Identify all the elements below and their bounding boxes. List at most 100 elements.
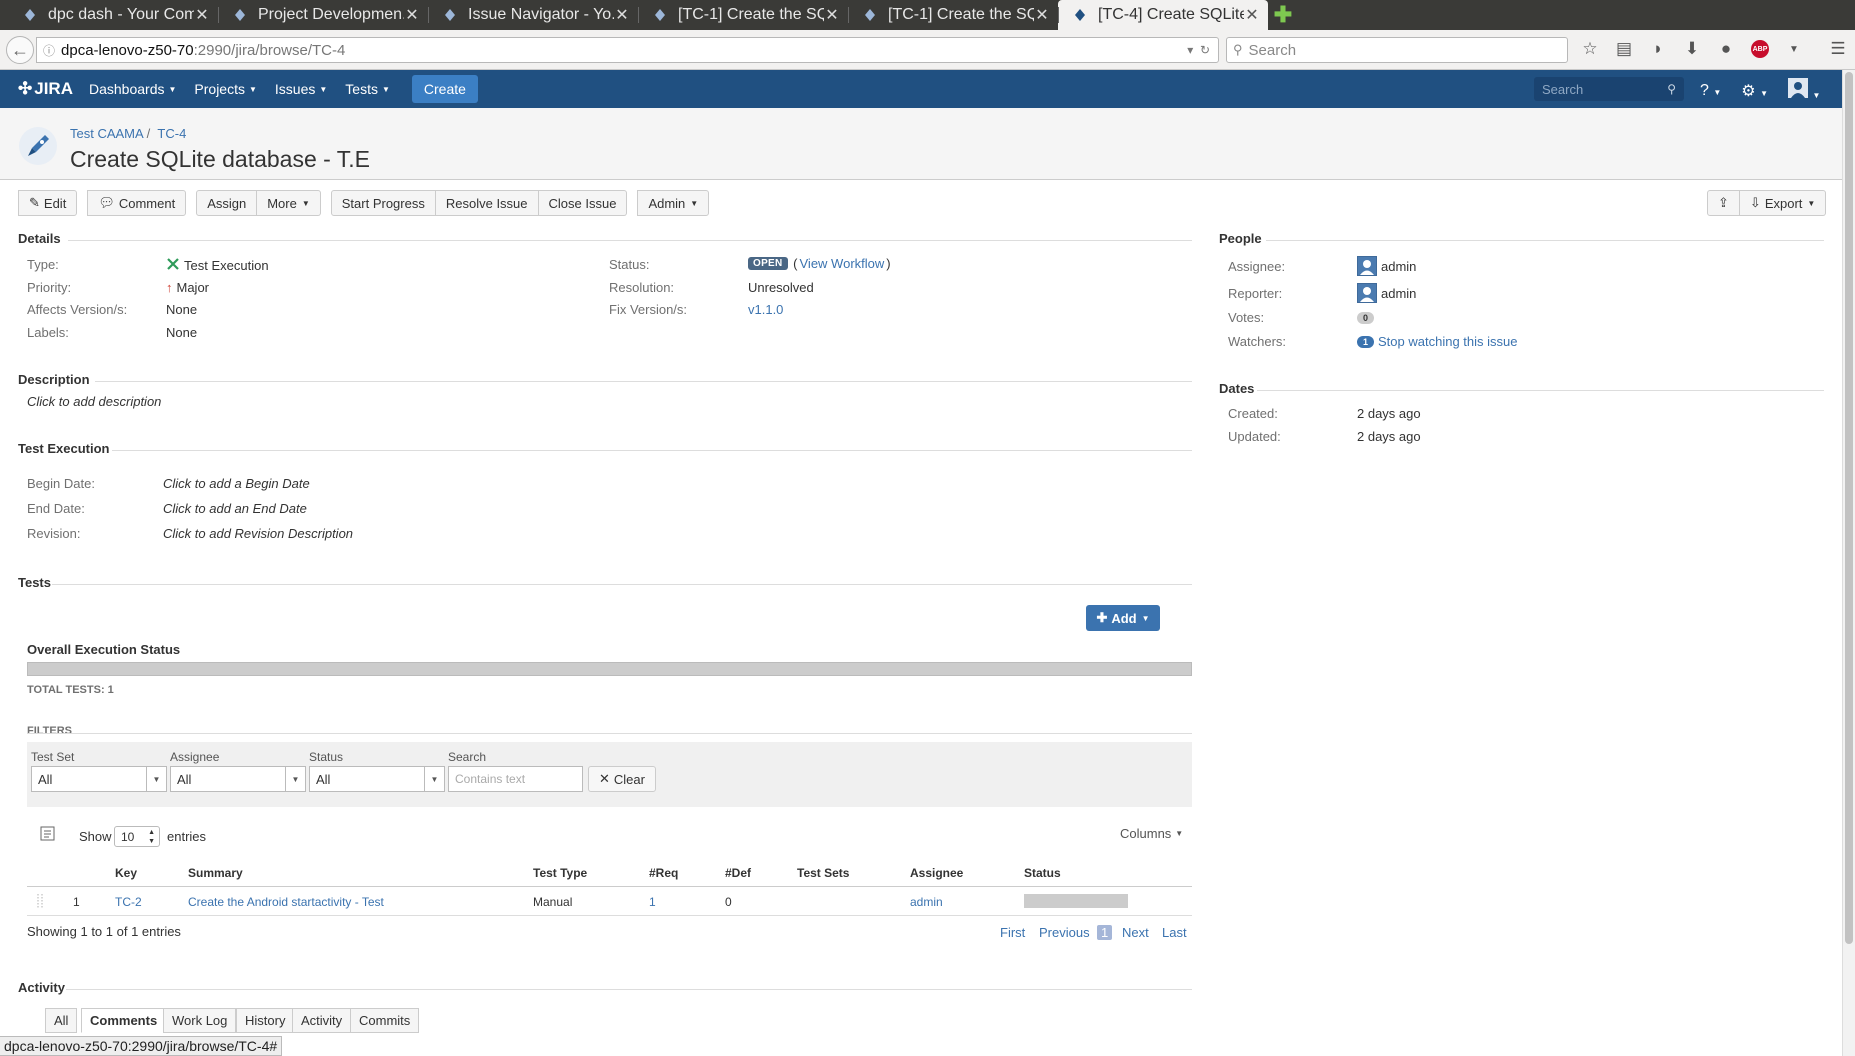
site-info-icon[interactable]: ⓘ: [43, 42, 55, 59]
resolve-issue-button[interactable]: Resolve Issue: [435, 190, 539, 216]
columns-dropdown[interactable]: Columns ▼: [1120, 826, 1183, 841]
breadcrumb-project-link[interactable]: Test CAAMA: [70, 126, 143, 141]
close-issue-button[interactable]: Close Issue: [538, 190, 628, 216]
labels-value[interactable]: None: [166, 325, 197, 340]
status-filter-select[interactable]: All ▼: [309, 766, 445, 792]
chevron-down-icon: ▼: [381, 84, 390, 94]
column-header-req[interactable]: #Req: [649, 866, 678, 880]
export-button[interactable]: ⇩ Export ▼: [1739, 190, 1827, 216]
tab-activity[interactable]: Activity: [292, 1008, 352, 1033]
requirements-count-link[interactable]: 1: [649, 895, 656, 909]
assign-button[interactable]: Assign: [196, 190, 258, 216]
watchers-count-badge[interactable]: 1: [1357, 335, 1375, 348]
page-scrollbar[interactable]: [1842, 70, 1855, 1056]
browser-tab-1[interactable]: dpc dash - Your Com... ✕: [8, 0, 218, 30]
close-tab-icon[interactable]: ✕: [1034, 5, 1050, 25]
votes-value[interactable]: 0: [1357, 312, 1375, 324]
nav-dashboards[interactable]: Dashboards ▼: [89, 81, 176, 97]
new-tab-icon[interactable]: ✚: [1268, 0, 1298, 30]
close-tab-icon[interactable]: ✕: [1244, 5, 1260, 25]
test-summary-link[interactable]: Create the Android startactivity - Test: [188, 895, 384, 909]
tab-all[interactable]: All: [45, 1008, 78, 1033]
pagination-previous[interactable]: Previous: [1039, 925, 1090, 940]
nav-projects[interactable]: Projects ▼: [194, 81, 257, 97]
close-tab-icon[interactable]: ✕: [614, 5, 630, 25]
edit-button[interactable]: ✎ Edit: [18, 190, 78, 216]
assignee-filter-select[interactable]: All ▼: [170, 766, 306, 792]
reload-icon[interactable]: ▾ ↻: [1187, 43, 1210, 57]
browser-tab-6-active[interactable]: [TC-4] Create SQLite... ✕: [1058, 0, 1268, 30]
nav-issues[interactable]: Issues ▼: [275, 81, 327, 97]
column-header-test-type[interactable]: Test Type: [533, 866, 587, 880]
tab-comments[interactable]: Comments: [81, 1008, 167, 1033]
url-bar[interactable]: ⓘ dpca-lenovo-z50-70:2990/jira/browse/TC…: [36, 37, 1219, 63]
fix-version-link[interactable]: v1.1.0: [748, 302, 783, 317]
begin-date-field[interactable]: Click to add a Begin Date: [163, 476, 310, 491]
tab-work-log[interactable]: Work Log: [163, 1008, 237, 1033]
bookmark-star-icon[interactable]: ☆: [1580, 38, 1600, 60]
start-progress-button[interactable]: Start Progress: [330, 190, 436, 216]
browser-tab-2[interactable]: Project Developmen... ✕: [218, 0, 428, 30]
share-button[interactable]: ⇪: [1707, 190, 1740, 216]
tab-commits[interactable]: Commits: [350, 1008, 420, 1033]
breadcrumb-issue-key-link[interactable]: TC-4: [157, 126, 186, 141]
close-tab-icon[interactable]: ✕: [824, 5, 840, 25]
search-filter-input[interactable]: Contains text: [448, 766, 583, 792]
column-header-assignee[interactable]: Assignee: [910, 866, 963, 880]
pagination-current-page[interactable]: 1: [1097, 925, 1113, 940]
adblock-icon[interactable]: ABP: [1750, 38, 1770, 60]
add-tests-button[interactable]: ✚ Add ▼: [1086, 605, 1160, 631]
reading-list-icon[interactable]: ▤: [1614, 38, 1634, 60]
pagination-first[interactable]: First: [1000, 925, 1025, 940]
more-button[interactable]: More ▼: [257, 190, 321, 216]
close-tab-icon[interactable]: ✕: [404, 5, 420, 25]
revision-field[interactable]: Click to add Revision Description: [163, 526, 353, 541]
clear-filters-button[interactable]: ✕ Clear: [588, 766, 656, 792]
close-tab-icon[interactable]: ✕: [194, 5, 210, 25]
create-button[interactable]: Create: [411, 75, 478, 103]
download-icon[interactable]: ⬇: [1682, 38, 1702, 60]
back-arrow-icon[interactable]: ←: [6, 36, 34, 64]
view-workflow-link[interactable]: View Workflow: [800, 256, 885, 271]
tab-history[interactable]: History: [236, 1008, 295, 1033]
browser-tab-5[interactable]: [TC-1] Create the SQ... ✕: [848, 0, 1058, 30]
description-heading: Description: [18, 372, 90, 387]
pagination-next[interactable]: Next: [1122, 925, 1149, 940]
entries-per-page-select[interactable]: 10 ▲ ▼: [114, 826, 160, 847]
stop-watching-link[interactable]: Stop watching this issue: [1378, 334, 1517, 349]
browser-tab-4[interactable]: [TC-1] Create the SQ... ✕: [638, 0, 848, 30]
comment-button[interactable]: 💬︎ Comment: [87, 190, 187, 216]
nav-tests[interactable]: Tests ▼: [345, 81, 390, 97]
pocket-icon[interactable]: ◗: [1648, 38, 1668, 60]
help-icon[interactable]: ? ▼: [1700, 82, 1721, 100]
admin-button[interactable]: Admin ▼: [637, 190, 710, 216]
divider: [1257, 390, 1824, 391]
jira-search-input[interactable]: Search ⚲: [1534, 77, 1684, 101]
begin-date-label: Begin Date:: [27, 476, 95, 491]
assignee-label: Assignee:: [1228, 259, 1286, 274]
browser-search-input[interactable]: ⚲ Search: [1226, 37, 1568, 63]
description-field[interactable]: Click to add description: [27, 394, 161, 409]
column-header-def[interactable]: #Def: [725, 866, 751, 880]
user-avatar-icon[interactable]: ▼: [1787, 78, 1820, 103]
pagination-last[interactable]: Last: [1162, 925, 1187, 940]
column-header-key[interactable]: Key: [115, 866, 137, 880]
chat-icon[interactable]: ●: [1716, 38, 1736, 60]
column-header-summary[interactable]: Summary: [188, 866, 243, 880]
drag-handle-icon[interactable]: [36, 893, 44, 912]
test-key-link[interactable]: TC-2: [115, 895, 142, 909]
assignee-link[interactable]: admin: [910, 895, 943, 909]
column-header-test-sets[interactable]: Test Sets: [797, 866, 849, 880]
end-date-field[interactable]: Click to add an End Date: [163, 501, 307, 516]
chevron-down-icon[interactable]: ▼: [1784, 38, 1804, 60]
hamburger-menu-icon[interactable]: ☰: [1828, 38, 1848, 60]
gear-icon[interactable]: ⚙ ▼: [1741, 81, 1768, 101]
chevron-down-icon: ▼: [424, 767, 444, 791]
test-set-filter-select[interactable]: All ▼: [31, 766, 167, 792]
jira-logo[interactable]: ✣ JIRA: [18, 79, 73, 99]
browser-tab-3[interactable]: Issue Navigator - Yo... ✕: [428, 0, 638, 30]
scrollbar-thumb[interactable]: [1845, 72, 1853, 944]
column-header-status[interactable]: Status: [1024, 866, 1061, 880]
reporter-value: admin: [1357, 283, 1416, 303]
column-list-icon[interactable]: [40, 826, 56, 845]
